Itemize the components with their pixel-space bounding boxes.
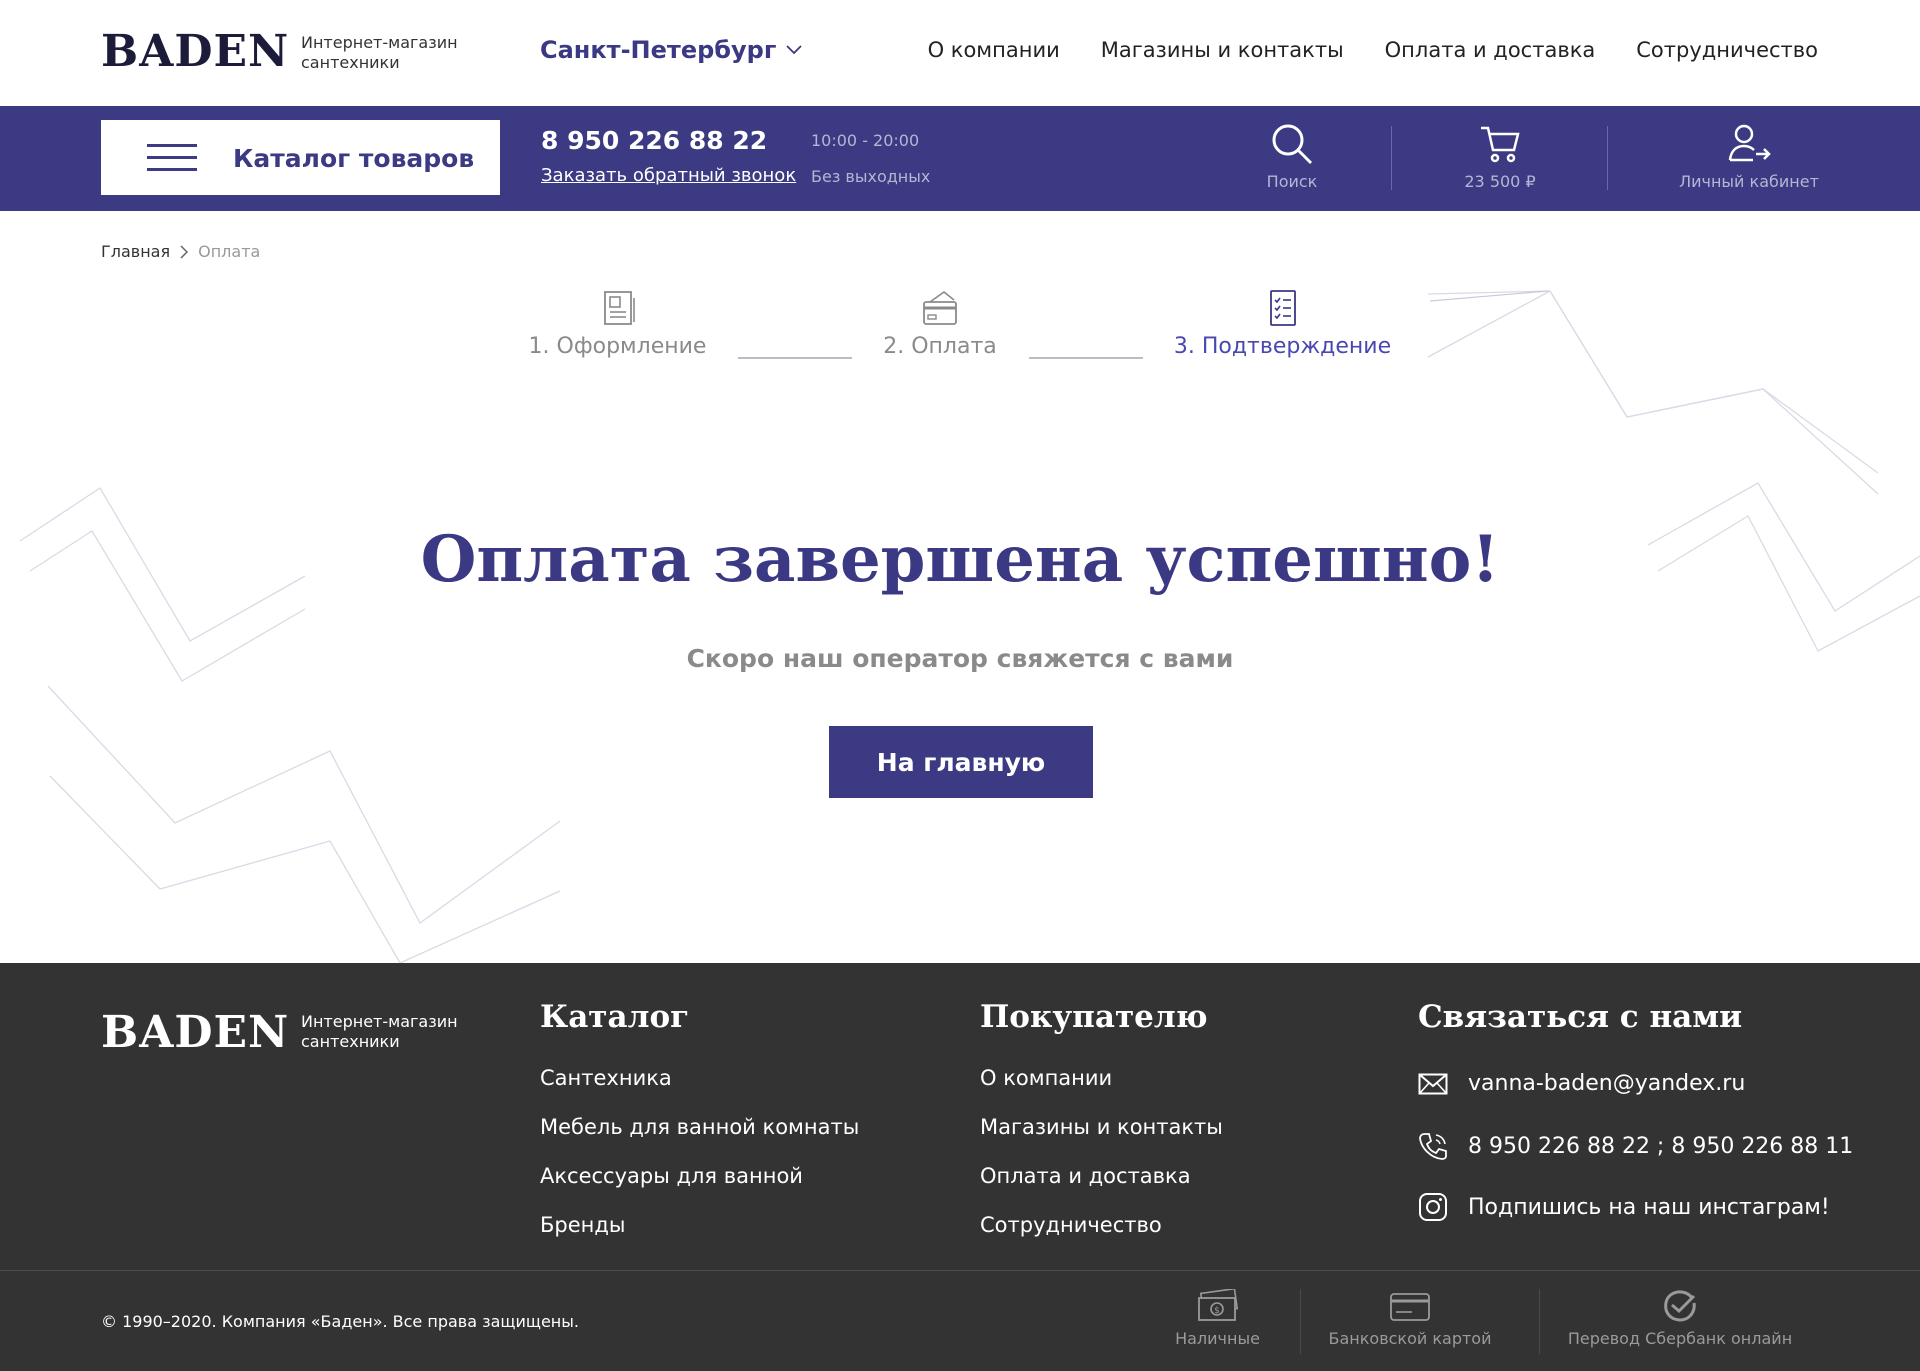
cart-total: 23 500 ₽ [1464, 172, 1536, 191]
main-bar: Каталог товаров 8 950 226 88 22 Заказать… [0, 106, 1920, 211]
sberbank-icon [1664, 1290, 1696, 1322]
payment-label: Перевод Сбербанк онлайн [1567, 1329, 1793, 1348]
go-home-button[interactable]: На главную [829, 726, 1093, 798]
work-hours: 10:00 - 20:00 [811, 131, 920, 150]
logo[interactable]: BADEN [101, 26, 289, 77]
tagline-line2: сантехники [301, 1032, 400, 1051]
cart-button[interactable]: 23 500 ₽ [1460, 122, 1540, 191]
footer-contact-title: Связаться с нами [1418, 999, 1743, 1035]
top-nav: О компании Магазины и контакты Оплата и … [928, 38, 1818, 62]
top-header: BADEN Интернет-магазин сантехники Санкт-… [0, 0, 1920, 106]
search-button[interactable]: Поиск [1262, 122, 1322, 191]
mail-icon [1418, 1073, 1448, 1094]
footer-buyer-link[interactable]: О компании [980, 1066, 1112, 1090]
footer-catalog-link[interactable]: Бренды [540, 1213, 626, 1237]
divider [1607, 126, 1608, 190]
footer-catalog-link[interactable]: Мебель для ванной комнаты [540, 1115, 859, 1139]
footer-buyer-link[interactable]: Сотрудничество [980, 1213, 1162, 1237]
footer-catalog-link[interactable]: Аксессуары для ванной [540, 1164, 803, 1188]
footer-email[interactable]: vanna-baden@yandex.ru [1418, 1071, 1745, 1096]
breadcrumb: Главная Оплата [101, 242, 260, 261]
chevron-down-icon [786, 45, 803, 55]
menu-icon [147, 144, 197, 172]
payment-label: Банковской картой [1328, 1329, 1492, 1348]
copyright: © 1990–2020. Компания «Баден». Все права… [101, 1312, 579, 1331]
step-payment: 2. Оплата [870, 288, 1010, 359]
divider [1300, 1289, 1301, 1354]
form-icon [603, 291, 635, 325]
account-label: Личный кабинет [1679, 172, 1819, 191]
footer-buyer-title: Покупателю [980, 999, 1208, 1035]
breadcrumb-current: Оплата [198, 242, 261, 261]
cash-icon: $ [1197, 1289, 1238, 1321]
breadcrumb-home[interactable]: Главная [101, 242, 170, 261]
catalog-button[interactable]: Каталог товаров [101, 120, 500, 195]
city-label: Санкт-Петербург [540, 36, 777, 64]
phones-text: 8 950 226 88 22 ; 8 950 226 88 11 [1468, 1133, 1854, 1159]
account-button[interactable]: Личный кабинет [1674, 122, 1824, 191]
payment-sberbank: Перевод Сбербанк онлайн [1560, 1289, 1800, 1348]
search-label: Поиск [1266, 172, 1318, 191]
tagline-line2: сантехники [301, 53, 400, 72]
instagram-icon [1419, 1193, 1447, 1221]
divider [1539, 1289, 1540, 1354]
cart-icon [1481, 126, 1520, 163]
city-selector[interactable]: Санкт-Петербург [540, 36, 803, 64]
nav-payment-delivery[interactable]: Оплата и доставка [1385, 38, 1596, 62]
work-days: Без выходных [811, 167, 931, 186]
success-subtitle: Скоро наш оператор свяжется с вами [686, 644, 1234, 673]
footer: BADEN Интернет-магазин сантехники Катало… [0, 963, 1920, 1371]
search-icon [1272, 124, 1313, 165]
footer-phones[interactable]: 8 950 226 88 22 ; 8 950 226 88 11 [1418, 1131, 1853, 1161]
nav-about[interactable]: О компании [928, 38, 1060, 62]
step-label: 1. Оформление [528, 334, 707, 359]
payment-card: Банковской картой [1325, 1289, 1495, 1348]
footer-buyer-link[interactable]: Магазины и контакты [980, 1115, 1223, 1139]
instagram-text: Подпишись на наш инстаграм! [1468, 1194, 1830, 1220]
nav-stores[interactable]: Магазины и контакты [1101, 38, 1344, 62]
chevron-right-icon [180, 244, 189, 259]
step-confirmation: 3. Подтверждение [1160, 288, 1405, 359]
footer-catalog-title: Каталог [540, 999, 690, 1035]
nav-cooperation[interactable]: Сотрудничество [1636, 38, 1818, 62]
step-label: 2. Оплата [883, 334, 997, 359]
payment-label: Наличные [1175, 1329, 1260, 1348]
footer-buyer-link[interactable]: Оплата и доставка [980, 1164, 1191, 1188]
step-connector [1029, 357, 1143, 359]
callback-link[interactable]: Заказать обратный звонок [541, 165, 796, 186]
tagline-line1: Интернет-магазин [301, 33, 458, 52]
footer-catalog-link[interactable]: Сантехника [540, 1066, 672, 1090]
footer-tagline: Интернет-магазин сантехники [301, 1012, 458, 1052]
user-logout-icon [1728, 124, 1771, 162]
credit-card-icon [923, 290, 957, 325]
divider [1391, 126, 1392, 190]
success-title: Оплата завершена успешно! [420, 522, 1500, 597]
catalog-label: Каталог товаров [233, 144, 475, 173]
bank-card-icon [1390, 1293, 1430, 1321]
svg-text:$: $ [1214, 1306, 1220, 1316]
step-checkout: 1. Оформление [500, 288, 735, 359]
step-label: 3. Подтверждение [1173, 334, 1392, 359]
footer-divider [0, 1270, 1920, 1271]
step-connector [738, 357, 852, 359]
payment-cash: $ Наличные [1160, 1289, 1275, 1348]
footer-logo[interactable]: BADEN [101, 1007, 289, 1058]
logo-tagline: Интернет-магазин сантехники [301, 33, 458, 73]
footer-instagram[interactable]: Подпишись на наш инстаграм! [1418, 1192, 1830, 1222]
checklist-icon [1269, 290, 1296, 326]
email-text: vanna-baden@yandex.ru [1468, 1071, 1746, 1096]
header-phone[interactable]: 8 950 226 88 22 [541, 126, 767, 155]
phone-icon [1419, 1133, 1447, 1160]
tagline-line1: Интернет-магазин [301, 1012, 458, 1031]
